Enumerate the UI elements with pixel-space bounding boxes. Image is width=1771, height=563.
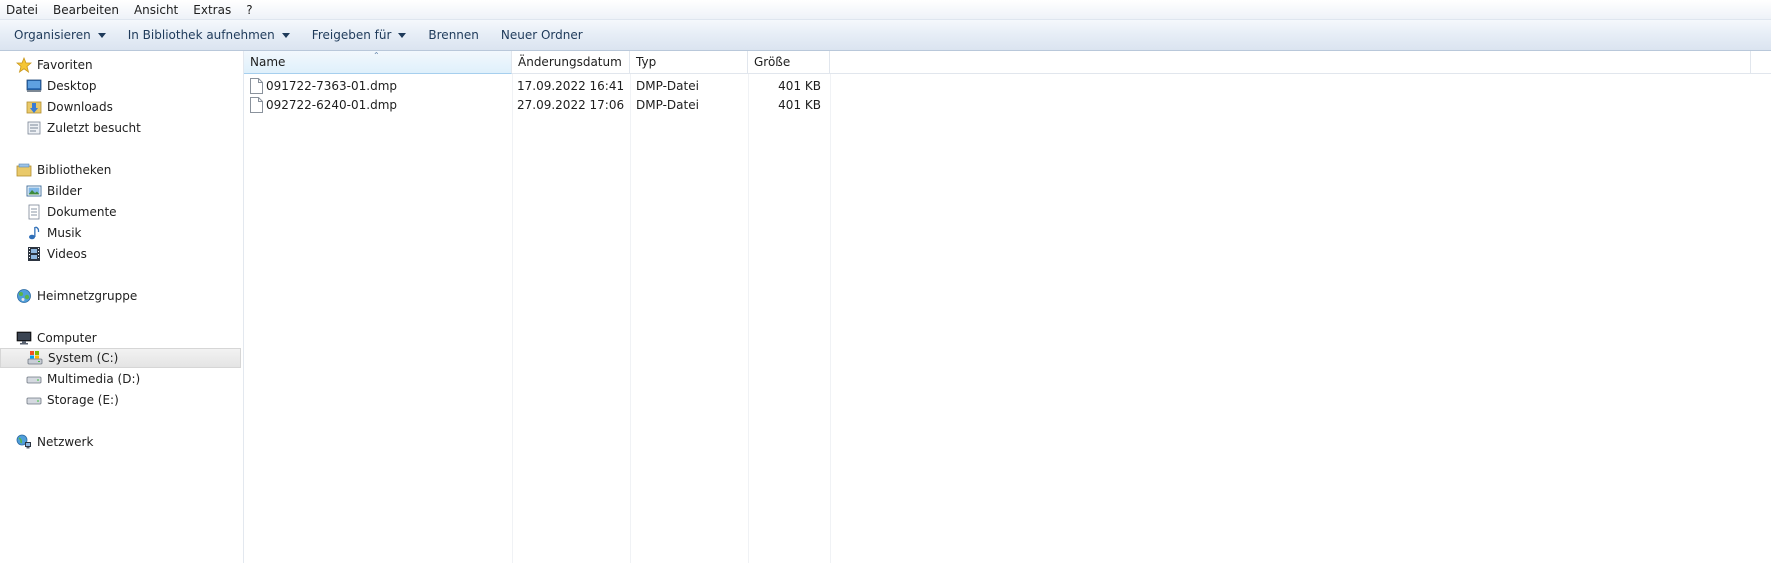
nav-desktop[interactable]: Desktop: [26, 76, 97, 96]
nav-label: Multimedia (D:): [47, 372, 141, 386]
nav-documents[interactable]: Dokumente: [26, 202, 117, 222]
generic-file-icon: [250, 77, 263, 94]
nav-downloads[interactable]: Downloads: [26, 97, 113, 117]
documents-icon: [28, 204, 40, 220]
nav-label: Zuletzt besucht: [47, 121, 141, 135]
monitor-icon: [16, 331, 32, 345]
file-name-cell: 092722-6240-01.dmp: [250, 95, 397, 114]
nav-label: Dokumente: [47, 205, 117, 219]
music-note-icon: [29, 226, 40, 240]
nav-pictures[interactable]: Bilder: [26, 181, 82, 201]
nav-label: Bilder: [47, 184, 82, 198]
menu-help[interactable]: ?: [246, 3, 260, 17]
share-with-button[interactable]: Freigeben für: [304, 23, 415, 47]
recent-places-icon: [27, 121, 41, 135]
file-row[interactable]: 092722-6240-01.dmp 27.09.2022 17:06 DMP-…: [244, 95, 830, 114]
include-library-label: In Bibliothek aufnehmen: [127, 28, 275, 42]
nav-label: Heimnetzgruppe: [37, 289, 138, 303]
hard-drive-icon: [26, 397, 42, 405]
column-header-name[interactable]: Name ⌃: [244, 51, 512, 74]
film-icon: [28, 247, 40, 261]
nav-label: Downloads: [47, 100, 113, 114]
file-type: DMP-Datei: [636, 97, 699, 112]
share-label: Freigeben für: [311, 28, 392, 42]
file-size: 401 KB: [778, 78, 821, 93]
include-in-library-button[interactable]: In Bibliothek aufnehmen: [120, 23, 298, 47]
menu-bearbeiten[interactable]: Bearbeiten: [53, 3, 127, 17]
column-divider: [830, 74, 831, 563]
nav-drive-e[interactable]: Storage (E:): [26, 390, 119, 410]
column-divider: [748, 74, 749, 563]
nav-music[interactable]: Musik: [26, 223, 82, 243]
new-folder-label: Neuer Ordner: [500, 28, 583, 42]
column-header-type[interactable]: Typ: [630, 51, 748, 74]
file-type: DMP-Datei: [636, 78, 699, 93]
column-header-empty: [830, 51, 1750, 74]
file-name: 091722-7363-01.dmp: [266, 78, 398, 93]
command-bar: Organisieren In Bibliothek aufnehmen Fre…: [0, 20, 1771, 51]
file-name: 092722-6240-01.dmp: [266, 97, 398, 112]
homegroup-icon: [17, 289, 31, 303]
nav-drive-d[interactable]: Multimedia (D:): [26, 369, 140, 389]
nav-libraries[interactable]: Bibliotheken: [16, 160, 111, 180]
burn-button[interactable]: Brennen: [420, 23, 486, 47]
column-divider: [630, 74, 631, 563]
star-icon: [16, 57, 32, 73]
nav-label: Storage (E:): [47, 393, 119, 407]
file-size: 401 KB: [778, 97, 821, 112]
nav-label: System (C:): [48, 351, 119, 365]
nav-videos[interactable]: Videos: [26, 244, 87, 264]
file-date: 27.09.2022 17:06: [517, 97, 625, 112]
sort-ascending-icon: ⌃: [373, 51, 380, 60]
nav-label: Desktop: [47, 79, 97, 93]
file-list: Name ⌃ Änderungsdatum Typ Größe 091722-7…: [244, 51, 1771, 563]
burn-label: Brennen: [428, 28, 479, 42]
chevron-down-icon: [97, 32, 106, 38]
column-label: Name: [250, 55, 286, 69]
nav-label: Computer: [37, 331, 97, 345]
nav-homegroup[interactable]: Heimnetzgruppe: [16, 286, 137, 306]
nav-label: Musik: [47, 226, 82, 240]
hard-drive-icon: [26, 376, 42, 384]
column-label: Größe: [754, 55, 791, 69]
column-header-size[interactable]: Größe: [748, 51, 830, 74]
file-name-cell: 091722-7363-01.dmp: [250, 76, 397, 95]
file-row[interactable]: 091722-7363-01.dmp 17.09.2022 16:41 DMP-…: [244, 76, 830, 95]
nav-computer[interactable]: Computer: [16, 328, 97, 348]
nav-network[interactable]: Netzwerk: [16, 432, 93, 452]
column-label: Änderungsdatum: [518, 55, 622, 69]
organize-label: Organisieren: [14, 28, 91, 42]
menu-datei[interactable]: Datei: [6, 3, 46, 17]
navigation-pane: Favoriten Desktop Downloads Zuletzt besu…: [0, 51, 244, 563]
desktop-icon: [26, 79, 42, 92]
column-divider: [512, 74, 513, 563]
nav-label: Bibliotheken: [37, 163, 112, 177]
network-globe-icon: [16, 434, 31, 449]
new-folder-button[interactable]: Neuer Ordner: [493, 23, 591, 47]
nav-recent[interactable]: Zuletzt besucht: [26, 118, 141, 138]
chevron-down-icon: [398, 32, 407, 38]
file-date: 17.09.2022 16:41: [517, 78, 625, 93]
nav-favorites[interactable]: Favoriten: [16, 55, 93, 75]
downloads-folder-icon: [26, 101, 42, 114]
hard-drive-icon: [27, 351, 43, 365]
nav-label: Netzwerk: [37, 435, 94, 449]
chevron-down-icon: [281, 32, 290, 38]
nav-label: Videos: [47, 247, 87, 261]
menu-bar: Datei Bearbeiten Ansicht Extras ?: [0, 0, 1771, 20]
pictures-icon: [26, 185, 42, 197]
menu-extras[interactable]: Extras: [193, 3, 239, 17]
generic-file-icon: [250, 96, 263, 113]
column-label: Typ: [636, 55, 657, 69]
nav-drive-c[interactable]: System (C:): [0, 348, 241, 368]
nav-label: Favoriten: [37, 58, 93, 72]
scrollbar-corner: [1750, 51, 1771, 74]
menu-ansicht[interactable]: Ansicht: [134, 3, 186, 17]
column-header-date[interactable]: Änderungsdatum: [512, 51, 630, 74]
library-icon: [16, 163, 32, 177]
organize-button[interactable]: Organisieren: [6, 23, 114, 47]
